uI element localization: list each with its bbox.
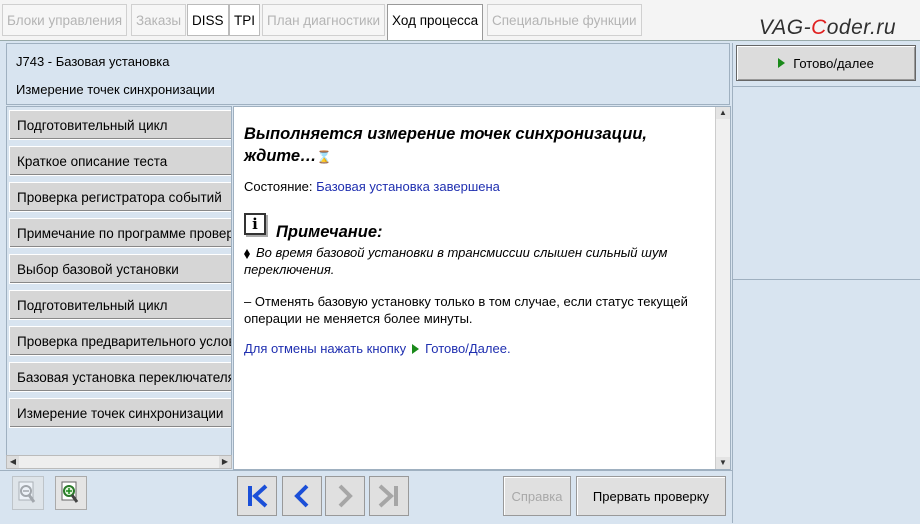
list-item[interactable]: Подготовительный цикл xyxy=(9,290,231,320)
list-item[interactable]: Базовая установка переключателя xyxy=(9,362,231,392)
list-item[interactable]: Выбор базовой установки xyxy=(9,254,231,284)
skip-first-icon xyxy=(248,484,268,508)
list-item[interactable]: Подготовительный цикл xyxy=(9,110,231,140)
list-item[interactable]: Краткое описание теста xyxy=(9,146,231,176)
scroll-up-icon[interactable]: ▲ xyxy=(716,107,730,119)
tab-process[interactable]: Ход процесса xyxy=(387,4,484,40)
hourglass-icon: ⌛ xyxy=(316,150,332,164)
scroll-down-icon[interactable]: ▼ xyxy=(716,457,730,469)
ready-next-button[interactable]: Готово/далее xyxy=(736,45,916,81)
zoom-out-icon xyxy=(18,481,36,503)
note-heading: Примечание: xyxy=(276,223,383,241)
abort-test-button[interactable]: Прервать проверку xyxy=(576,476,726,516)
zoom-out-button[interactable] xyxy=(12,476,44,510)
zoom-in-button[interactable] xyxy=(55,476,87,510)
chevron-left-icon xyxy=(294,484,309,508)
right-panel: Готово/далее xyxy=(732,43,920,523)
list-item[interactable]: Проверка предварительного условия xyxy=(9,326,231,356)
list-item-current[interactable]: Измерение точек синхронизации xyxy=(9,398,231,428)
skip-last-icon xyxy=(378,484,398,508)
scroll-right-icon[interactable]: ▶ xyxy=(219,456,231,468)
first-page-button[interactable] xyxy=(237,476,277,516)
next-button[interactable] xyxy=(325,476,365,516)
content-title: Выполняется измерение точек синхронизаци… xyxy=(244,125,647,165)
status-line: Состояние: Базовая установка завершена xyxy=(244,179,500,194)
content-pane: Выполняется измерение точек синхронизаци… xyxy=(233,106,731,470)
tab-tpi[interactable]: TPI xyxy=(229,4,261,36)
header-title: J743 - Базовая установка xyxy=(16,54,170,69)
content-vertical-scrollbar[interactable]: ▲ ▼ xyxy=(715,107,730,469)
tab-bar: Блоки управления Заказы DISS TPI План ди… xyxy=(0,0,920,41)
zoom-in-icon xyxy=(61,481,79,503)
previous-button[interactable] xyxy=(282,476,322,516)
test-header: J743 - Базовая установка Измерение точек… xyxy=(6,43,730,105)
diamond-bullet-icon xyxy=(244,248,250,259)
tab-diss[interactable]: DISS xyxy=(187,4,229,36)
note-text: – Отменять базовую установку только в то… xyxy=(244,294,688,326)
tab-control-units[interactable]: Блоки управления xyxy=(2,4,128,36)
logo: VAG-Coder.ru xyxy=(758,16,896,39)
steps-horizontal-scrollbar[interactable]: ◀ ▶ xyxy=(6,455,232,469)
last-page-button[interactable] xyxy=(369,476,409,516)
help-button[interactable]: Справка xyxy=(503,476,571,516)
list-item[interactable]: Проверка регистратора событий xyxy=(9,182,231,212)
header-subtitle: Измерение точек синхронизации xyxy=(16,82,215,97)
note-bullet: Во время базовой установки в трансмиссии… xyxy=(244,245,668,277)
scroll-left-icon[interactable]: ◀ xyxy=(7,456,19,468)
bottom-toolbar: Справка Прервать проверку xyxy=(0,470,732,524)
steps-list: Подготовительный цикл Краткое описание т… xyxy=(6,106,232,456)
play-triangle-icon xyxy=(412,343,420,354)
tab-special-functions[interactable]: Специальные функции xyxy=(487,4,642,36)
ready-link[interactable]: Готово/Далее. xyxy=(425,341,510,356)
list-item[interactable]: Примечание по программе проверки xyxy=(9,218,231,248)
tab-diagnostic-plan[interactable]: План диагностики xyxy=(262,4,386,36)
cancel-hint: Для отмены нажать кнопку Готово/Далее. xyxy=(244,341,511,356)
info-icon: i xyxy=(244,213,266,235)
status-value: Базовая установка завершена xyxy=(316,179,500,194)
chevron-right-icon xyxy=(338,484,353,508)
tab-orders[interactable]: Заказы xyxy=(131,4,187,36)
play-triangle-icon xyxy=(778,58,786,68)
